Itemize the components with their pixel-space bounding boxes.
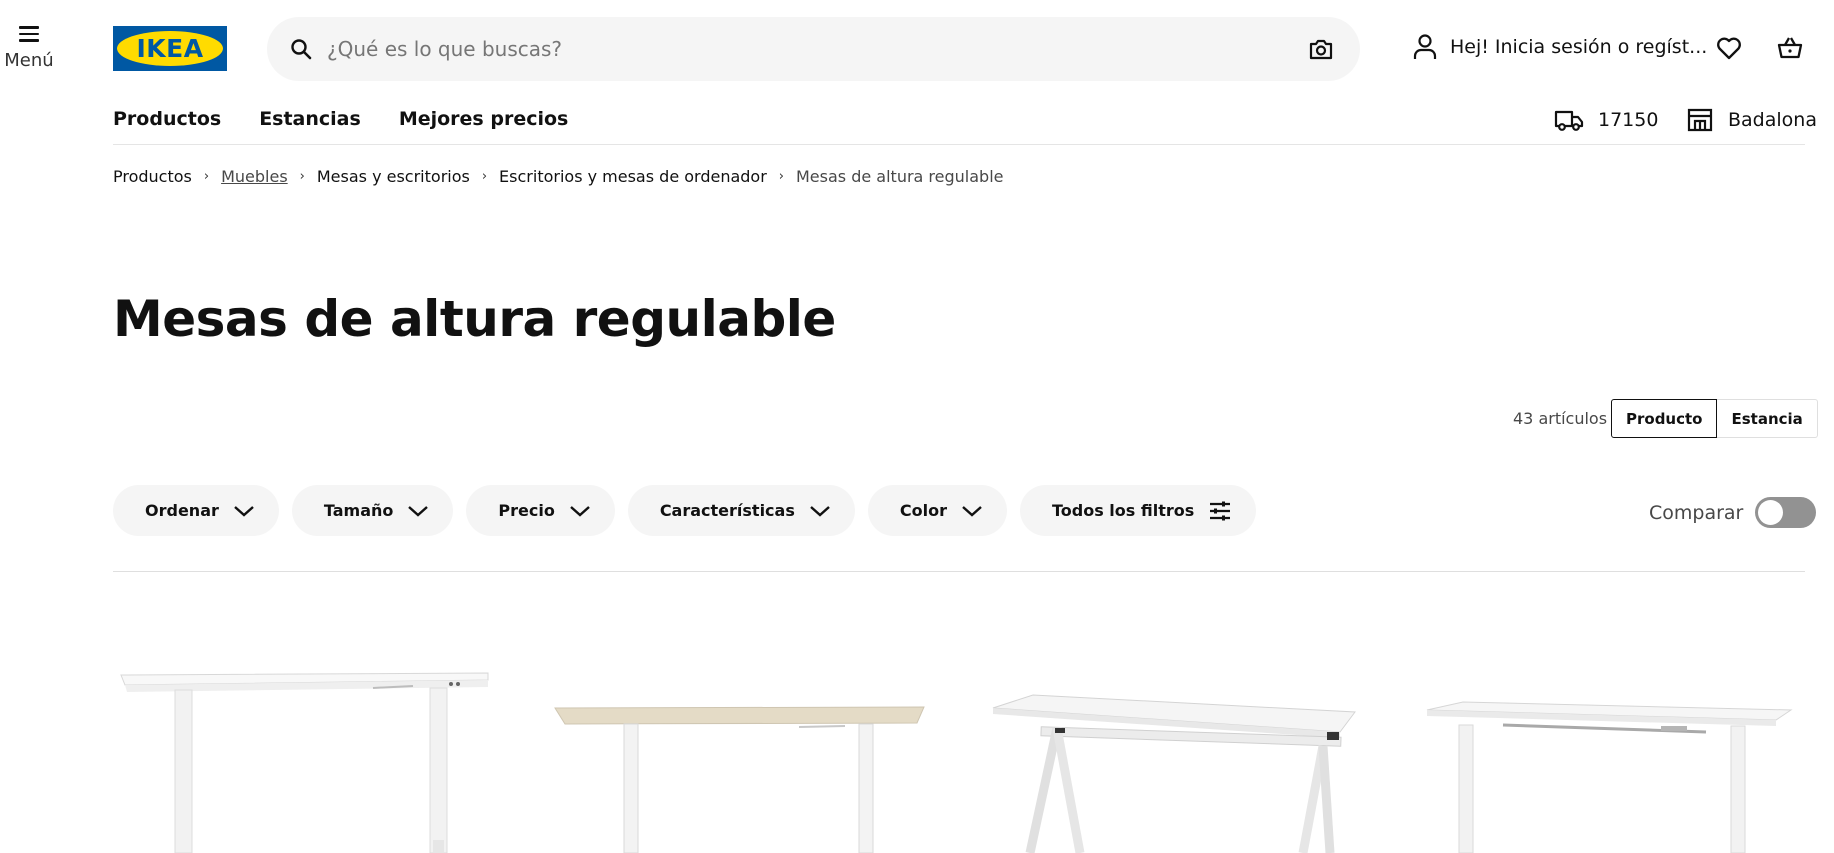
breadcrumb-escritorios-ordenador[interactable]: Escritorios y mesas de ordenador [499,167,767,186]
filter-label: Color [899,501,947,520]
breadcrumb-productos[interactable]: Productos [113,167,192,186]
delivery-postcode[interactable]: 17150 [1554,106,1658,134]
filter-caracteristicas[interactable]: Características [627,485,855,536]
account-link[interactable]: Hej! Inicia sesión o regíst... [1412,33,1707,61]
filter-label: Precio [498,501,555,520]
compare-toggle[interactable]: Comparar [1649,497,1817,528]
breadcrumb-current: Mesas de altura regulable [796,167,1004,186]
search-icon[interactable] [289,37,313,61]
product-image[interactable] [113,640,503,853]
chevron-right-icon: › [481,169,488,184]
switch-knob [1758,500,1784,525]
view-room-button[interactable]: Estancia [1717,399,1818,438]
person-icon [1413,34,1437,59]
menu-label: Menú [4,49,54,71]
chevron-right-icon: › [299,169,305,184]
store-selector[interactable]: Badalona [1686,106,1817,134]
sliders-icon [1210,501,1231,520]
filter-color[interactable]: Color [867,485,1007,536]
chevron-down-icon [570,505,590,517]
nav-productos[interactable]: Productos [113,108,221,130]
view-toggle: Producto Estancia [1611,399,1818,438]
filter-ordenar[interactable]: Ordenar [113,485,279,536]
camera-icon[interactable] [1308,37,1334,61]
product-image[interactable] [985,640,1375,853]
nav-mejores-precios[interactable]: Mejores precios [399,108,569,130]
filter-tamano[interactable]: Tamaño [291,485,454,536]
results-count: 43 artículos [1513,409,1608,428]
truck-icon [1554,110,1584,131]
breadcrumb: Productos › Muebles › Mesas y escritorio… [113,167,1004,186]
store-name: Badalona [1728,109,1817,131]
chevron-down-icon [234,505,254,517]
page-title: Mesas de altura regulable [113,290,836,348]
search-input[interactable] [327,29,1257,69]
heart-icon[interactable] [1715,34,1743,62]
compare-label: Comparar [1649,501,1744,524]
filter-todos-los-filtros[interactable]: Todos los filtros [1019,485,1257,536]
filter-label: Todos los filtros [1051,501,1195,520]
chevron-right-icon: › [778,169,784,184]
filter-label: Tamaño [323,501,394,520]
search-bar[interactable] [267,17,1360,81]
filter-label: Características [659,501,795,520]
filters-divider [113,571,1805,572]
compare-switch[interactable] [1755,497,1817,528]
account-text: Hej! Inicia sesión o regíst... [1450,36,1708,58]
hamburger-icon [19,26,39,42]
basket-icon[interactable] [1776,34,1804,62]
chevron-right-icon: › [203,169,210,184]
breadcrumb-mesas-escritorios[interactable]: Mesas y escritorios [317,167,470,186]
breadcrumb-muebles[interactable]: Muebles [221,167,288,186]
postal-code: 17150 [1598,109,1659,131]
product-image[interactable] [549,640,939,853]
filter-label: Ordenar [145,501,219,520]
main-nav: Productos Estancias Mejores precios [113,108,606,130]
store-icon [1687,108,1713,132]
chevron-down-icon [962,505,982,517]
product-image[interactable] [1421,640,1811,853]
view-product-button[interactable]: Producto [1611,399,1718,438]
filter-precio[interactable]: Precio [466,485,615,536]
chevron-down-icon [810,505,830,517]
filter-bar: Ordenar Tamaño Precio Características Co… [113,485,1269,536]
menu-button[interactable]: Menú [0,18,58,71]
nav-estancias[interactable]: Estancias [259,108,361,130]
logo-text: IKEA [117,31,223,66]
chevron-down-icon [408,505,429,517]
ikea-logo[interactable]: IKEA [113,26,227,71]
nav-divider [113,144,1805,145]
